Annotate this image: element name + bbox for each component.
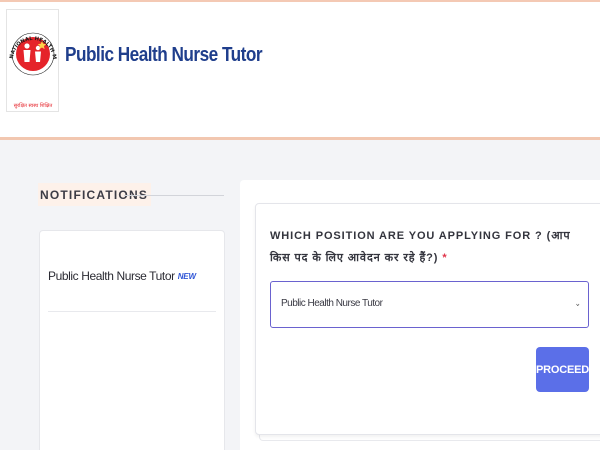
notification-item-label[interactable]: Public Health Nurse Tutor — [48, 269, 175, 283]
required-mark: * — [442, 252, 448, 264]
form-card-stack-edge — [259, 435, 600, 441]
position-question-text: WHICH POSITION ARE YOU APPLYING FOR ? (आ… — [270, 230, 571, 264]
site-title: Public Health Nurse Tutor — [65, 44, 263, 66]
position-question-label: WHICH POSITION ARE YOU APPLYING FOR ? (आ… — [270, 225, 592, 269]
notification-divider — [48, 311, 216, 312]
notification-item[interactable]: Public Health Nurse Tutor NEW — [48, 269, 216, 283]
page: NATIONAL HEALTH MISSION सुरक्षित स्वस्थ … — [0, 0, 600, 450]
logo-tagline: सुरक्षित स्वस्थ शिक्षित — [14, 102, 53, 109]
position-select-value: Public Health Nurse Tutor — [281, 298, 383, 309]
nhm-logo: NATIONAL HEALTH MISSION सुरक्षित स्वस्थ … — [6, 9, 59, 112]
nhm-logo-icon: NATIONAL HEALTH MISSION सुरक्षित स्वस्थ … — [7, 10, 57, 109]
notifications-heading-rule — [124, 195, 224, 196]
proceed-button[interactable]: PROCEED — [536, 347, 589, 392]
position-select[interactable]: Public Health Nurse Tutor ⌄ — [270, 281, 589, 328]
notifications-panel: Public Health Nurse Tutor NEW — [39, 230, 225, 450]
chevron-down-icon: ⌄ — [575, 298, 582, 308]
new-badge-icon: NEW — [177, 272, 196, 282]
site-header: NATIONAL HEALTH MISSION सुरक्षित स्वस्थ … — [0, 0, 600, 140]
